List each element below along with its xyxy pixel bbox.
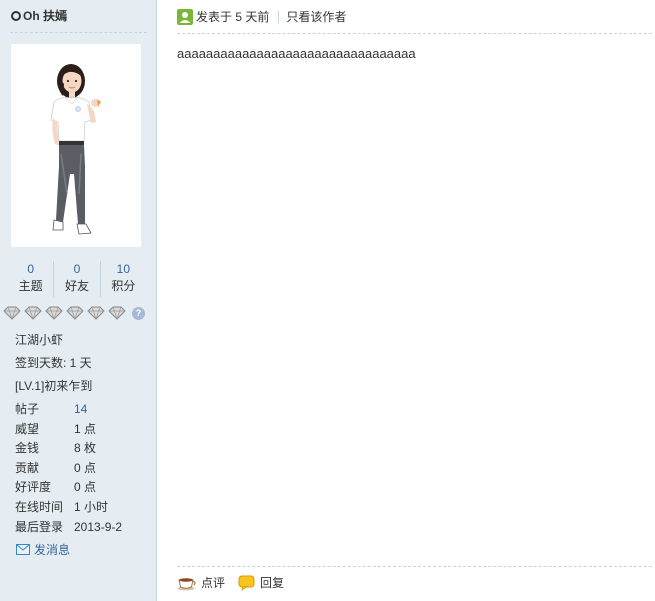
- info-row: 最后登录 2013-9-2: [15, 518, 122, 538]
- diamond-icon: [3, 306, 21, 320]
- stat-points[interactable]: 10 积分: [99, 261, 146, 297]
- send-message-link[interactable]: 发消息: [16, 541, 70, 558]
- info-value: 2013-9-2: [74, 519, 123, 534]
- diamond-icon: [108, 306, 126, 320]
- post-actions: 点评 回复: [177, 574, 297, 591]
- author-stats: 0 主题 0 好友 10 积分: [8, 261, 146, 297]
- info-key: 好评度: [15, 480, 52, 495]
- info-key: 在线时间: [15, 499, 64, 514]
- info-key: 最后登录: [15, 519, 64, 534]
- help-icon[interactable]: ?: [132, 306, 145, 320]
- info-row: 好评度 0 点: [15, 478, 122, 498]
- info-row: 贡献 0 点: [15, 459, 122, 479]
- info-value: 8 枚: [74, 441, 97, 456]
- stat-points-value: 10: [116, 262, 130, 276]
- mail-icon: [16, 544, 30, 555]
- info-key: 威望: [15, 421, 40, 436]
- post-header: 发表于 5 天前 只看该作者: [177, 8, 346, 25]
- info-value: 0 点: [74, 480, 97, 495]
- info-posts-value[interactable]: 14: [74, 400, 87, 420]
- user-rank[interactable]: 江湖小虾: [15, 331, 63, 348]
- post-footer-divider: [177, 566, 652, 567]
- diamond-icon: [45, 306, 63, 320]
- info-row: 金钱 8 枚: [15, 439, 122, 459]
- send-message-label: 发消息: [34, 543, 71, 557]
- info-key: 金钱: [15, 441, 40, 456]
- avatar-image: [50, 64, 101, 235]
- info-value: 1 点: [74, 421, 97, 436]
- stat-threads-value: 0: [27, 262, 34, 276]
- comment-label: 点评: [201, 576, 226, 590]
- speech-bubble-icon: [238, 575, 255, 591]
- stat-friends[interactable]: 0 好友: [53, 261, 99, 297]
- info-row: 在线时间 1 小时: [15, 498, 122, 518]
- post-body: aaaaaaaaaaaaaaaaaaaaaaaaaaaaaaaaa: [177, 46, 416, 61]
- post-content-area: 发表于 5 天前 只看该作者 aaaaaaaaaaaaaaaaaaaaaaaaa…: [157, 0, 655, 601]
- author-username[interactable]: Oh 扶嫣: [11, 7, 67, 24]
- stat-threads-label: 主题: [18, 279, 43, 293]
- reply-label: 回复: [260, 576, 285, 590]
- post-header-divider: [177, 33, 652, 34]
- diamond-icon: [24, 306, 42, 320]
- comment-button[interactable]: 点评: [177, 574, 225, 591]
- post-timestamp: 发表于 5 天前: [196, 10, 270, 24]
- info-key: 帖子: [15, 402, 40, 416]
- info-row: 帖子 14: [15, 400, 122, 420]
- author-username-text: Oh 扶嫣: [23, 9, 67, 23]
- name-divider: [10, 32, 147, 33]
- diamond-icon: [87, 306, 105, 320]
- avatar[interactable]: [11, 44, 141, 247]
- user-online-icon: [177, 8, 193, 25]
- info-value: 1 小时: [74, 499, 109, 514]
- stat-points-label: 积分: [111, 279, 136, 293]
- diamond-icon: [66, 306, 84, 320]
- level-medals: ?: [3, 306, 145, 320]
- stat-friends-label: 好友: [64, 279, 89, 293]
- info-value: 0 点: [74, 460, 97, 475]
- info-row: 威望 1 点: [15, 420, 122, 440]
- offline-status-icon: [11, 10, 21, 21]
- stat-friends-value: 0: [73, 262, 81, 276]
- stat-threads[interactable]: 0 主题: [8, 261, 53, 297]
- reply-button[interactable]: 回复: [238, 574, 284, 591]
- info-key: 贡献: [15, 460, 40, 475]
- coffee-cup-icon: [177, 577, 196, 590]
- author-info-list: 帖子 14 威望 1 点 金钱 8 枚 贡献 0 点 好评度 0 点 在线时间 …: [15, 400, 122, 537]
- only-author-link[interactable]: 只看该作者: [286, 8, 346, 25]
- author-sidebar: Oh 扶嫣 0 主题 0 好友 10 积分 ? 江湖小虾 签到天数: 1 天 […: [0, 0, 157, 601]
- header-divider: [278, 10, 280, 23]
- user-level: [LV.1]初来乍到: [15, 379, 93, 393]
- signin-days: 签到天数: 1 天: [15, 356, 92, 370]
